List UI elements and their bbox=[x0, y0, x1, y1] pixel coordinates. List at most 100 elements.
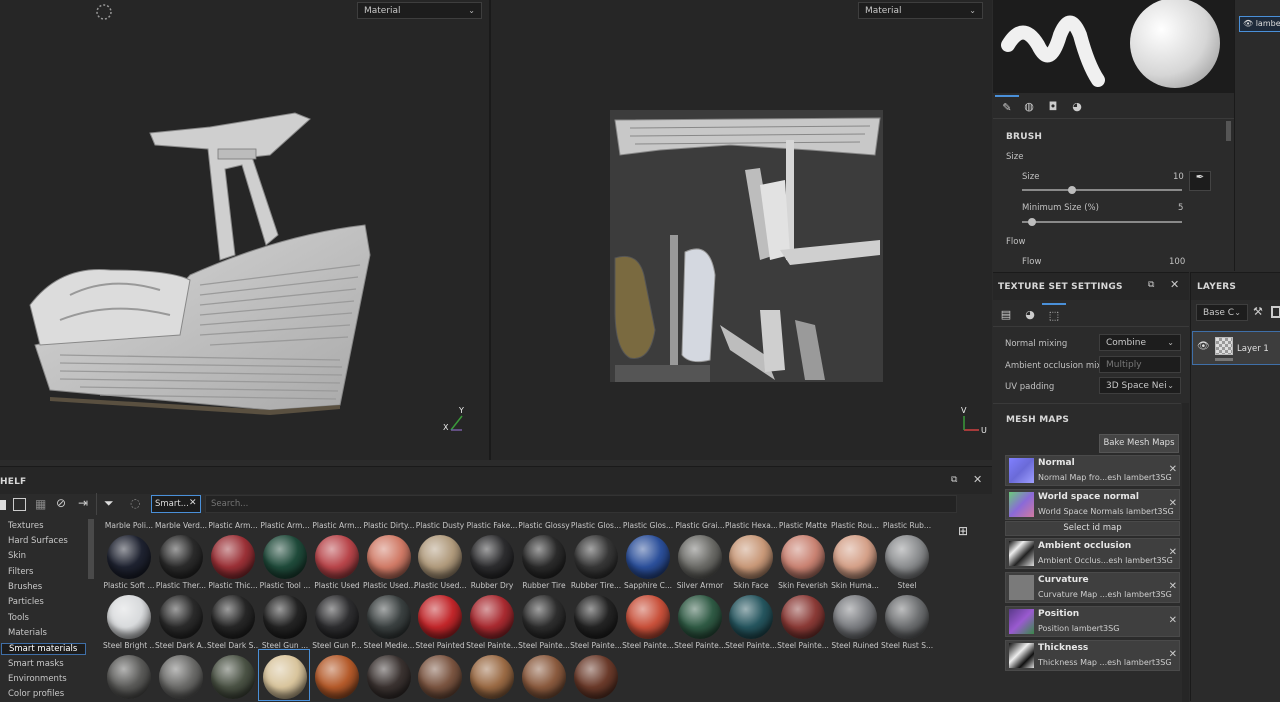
category-item[interactable]: Hard Surfaces bbox=[8, 536, 68, 546]
material-preview[interactable] bbox=[678, 595, 722, 639]
material-preview[interactable] bbox=[522, 595, 566, 639]
category-scrollbar[interactable] bbox=[88, 519, 94, 579]
material-preview[interactable] bbox=[833, 535, 877, 579]
size-slider-knob[interactable] bbox=[1068, 186, 1076, 194]
close-icon[interactable]: ✕ bbox=[973, 473, 982, 486]
close-icon[interactable]: ✕ bbox=[1169, 581, 1177, 592]
save-icon[interactable]: ▦ bbox=[35, 497, 46, 511]
settings-tab-icon[interactable]: ▤ bbox=[994, 303, 1018, 325]
grid-view-icon[interactable]: ⊞ bbox=[958, 524, 968, 538]
category-item[interactable]: Brushes bbox=[8, 582, 42, 592]
min-size-slider[interactable] bbox=[1022, 218, 1182, 226]
brush-scrollbar[interactable] bbox=[1226, 121, 1231, 141]
category-item[interactable]: Textures bbox=[8, 521, 44, 531]
material-preview[interactable] bbox=[211, 595, 255, 639]
close-icon[interactable]: ✕ bbox=[1169, 547, 1177, 558]
import-icon[interactable]: ⇥ bbox=[78, 496, 88, 510]
mesh-map-thickness[interactable]: Thickness Thickness Map ...esh lambert3S… bbox=[1005, 640, 1180, 671]
material-preview[interactable] bbox=[263, 595, 307, 639]
close-icon[interactable]: ✕ bbox=[1169, 615, 1177, 626]
mesh-map-normal[interactable]: Normal Normal Map fro...esh lambert3SG ✕ bbox=[1005, 455, 1180, 486]
material-preview[interactable] bbox=[159, 535, 203, 579]
material-preview[interactable] bbox=[159, 655, 203, 699]
close-icon[interactable]: ✕ bbox=[1169, 498, 1177, 509]
material-preview[interactable] bbox=[211, 535, 255, 579]
material-preview[interactable] bbox=[574, 655, 618, 699]
material-preview[interactable] bbox=[470, 595, 514, 639]
channel-select[interactable]: Base Colo⌄ bbox=[1196, 304, 1248, 321]
pen-pressure-icon[interactable]: ✒ bbox=[1189, 171, 1211, 191]
material-preview[interactable] bbox=[626, 535, 670, 579]
normal-mixing-select[interactable]: Combine ⌄ bbox=[1099, 334, 1181, 351]
scrollbar-track[interactable] bbox=[1182, 403, 1189, 702]
material-preview[interactable] bbox=[885, 595, 929, 639]
maximize-icon[interactable]: ⧉ bbox=[1148, 280, 1154, 290]
material-preview[interactable] bbox=[107, 655, 151, 699]
size-value[interactable]: 10 bbox=[1173, 172, 1184, 182]
add-effect-icon[interactable]: ⚒ bbox=[1253, 305, 1263, 318]
category-item[interactable]: Filters bbox=[8, 567, 33, 577]
material-preview[interactable] bbox=[885, 535, 929, 579]
brush-tab-icon[interactable]: ✎ bbox=[995, 95, 1019, 117]
close-icon[interactable]: ✕ bbox=[1170, 278, 1179, 291]
environment-rotate-icon[interactable] bbox=[94, 2, 114, 22]
square-icon[interactable] bbox=[0, 500, 6, 510]
layer-row[interactable]: 👁 Layer 1 bbox=[1192, 331, 1280, 365]
category-item[interactable]: Environments bbox=[8, 674, 67, 684]
search-input[interactable] bbox=[205, 495, 957, 513]
channels-tab-icon[interactable]: ◕ bbox=[1018, 303, 1042, 325]
mesh-map-ambient-occlusion[interactable]: Ambient occlusion Ambient Occlus...esh l… bbox=[1005, 538, 1180, 569]
category-item[interactable]: Tools bbox=[8, 613, 29, 623]
material-preview[interactable] bbox=[574, 535, 618, 579]
category-item[interactable]: Particles bbox=[8, 597, 44, 607]
material-preview[interactable] bbox=[833, 595, 877, 639]
material-preview[interactable] bbox=[211, 655, 255, 699]
category-item[interactable]: Smart masks bbox=[8, 659, 64, 669]
material-preview[interactable] bbox=[263, 535, 307, 579]
material-preview[interactable] bbox=[574, 595, 618, 639]
flow-value[interactable]: 100 bbox=[1169, 257, 1185, 267]
material-preview[interactable] bbox=[107, 595, 151, 639]
viewport-2d-mode-select[interactable]: Material ⌄ bbox=[858, 2, 983, 19]
material-preview[interactable] bbox=[470, 655, 514, 699]
hide-icon[interactable]: ⊘ bbox=[56, 496, 66, 510]
material-preview[interactable] bbox=[367, 595, 411, 639]
material-tab-icon[interactable]: ◍ bbox=[1017, 95, 1041, 117]
texture-set-tab[interactable]: 👁 lamber bbox=[1239, 16, 1280, 32]
add-layer-icon[interactable] bbox=[1271, 306, 1280, 318]
material-preview[interactable] bbox=[729, 535, 773, 579]
close-icon[interactable]: ✕ bbox=[1169, 649, 1177, 660]
material-preview[interactable] bbox=[781, 595, 825, 639]
material-preview[interactable] bbox=[678, 535, 722, 579]
category-item[interactable]: Skin bbox=[8, 551, 26, 561]
mesh-map-world-space-normal[interactable]: World space normal World Space Normals l… bbox=[1005, 489, 1180, 520]
uv-tab-icon[interactable]: ⬚ bbox=[1042, 303, 1066, 325]
refresh-icon[interactable]: ◌ bbox=[130, 496, 140, 510]
viewport-2d[interactable]: Material ⌄ V U bbox=[491, 0, 992, 460]
material-preview[interactable] bbox=[729, 595, 773, 639]
material-preview[interactable] bbox=[522, 535, 566, 579]
eye-icon[interactable]: 👁 bbox=[1243, 19, 1253, 28]
mesh-map-curvature[interactable]: Curvature Curvature Map ...esh lambert3S… bbox=[1005, 572, 1180, 603]
material-preview[interactable] bbox=[107, 535, 151, 579]
close-icon[interactable]: ✕ bbox=[189, 498, 197, 508]
material-preview[interactable] bbox=[315, 655, 359, 699]
material-preview[interactable] bbox=[470, 535, 514, 579]
material-preview[interactable] bbox=[418, 655, 462, 699]
close-icon[interactable]: ✕ bbox=[1169, 464, 1177, 475]
category-item[interactable]: Materials bbox=[8, 628, 47, 638]
material-preview[interactable] bbox=[315, 595, 359, 639]
material-preview[interactable] bbox=[522, 655, 566, 699]
material-preview[interactable] bbox=[367, 535, 411, 579]
filter-icon[interactable]: ⏷ bbox=[104, 496, 114, 511]
stencil-tab-icon[interactable]: ◕ bbox=[1065, 95, 1089, 117]
category-item[interactable]: Color profiles bbox=[8, 689, 64, 699]
material-preview[interactable] bbox=[626, 595, 670, 639]
select-id-map-button[interactable]: Select id map bbox=[1005, 521, 1180, 536]
layer-name[interactable]: Layer 1 bbox=[1237, 344, 1269, 354]
size-slider[interactable] bbox=[1022, 186, 1182, 194]
eye-icon[interactable]: 👁 bbox=[1197, 341, 1210, 352]
mesh-map-position[interactable]: Position Position lambert3SG ✕ bbox=[1005, 606, 1180, 637]
material-preview[interactable] bbox=[418, 535, 462, 579]
material-preview[interactable] bbox=[367, 655, 411, 699]
